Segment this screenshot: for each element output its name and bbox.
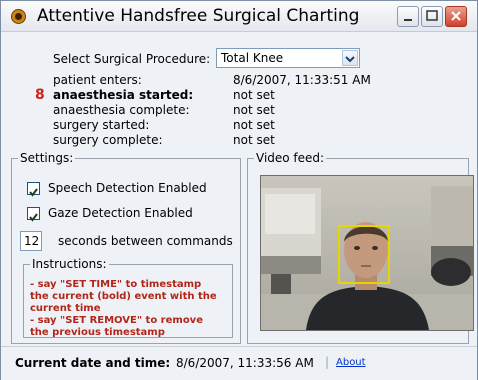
instructions-title: Instructions: [30,257,109,271]
procedure-select[interactable]: Total Knee [216,48,360,68]
video-feed-title: Video feed: [254,151,327,165]
instruction-line: - say "SET REMOVE" to remove [30,315,203,326]
window-title: Attentive Handsfree Surgical Charting [37,6,360,26]
gaze-detection-checkbox[interactable] [27,207,40,222]
event-value-anaesthesia-started: not set [233,88,275,102]
minimize-button[interactable] [397,6,419,27]
procedure-selected-value: Total Knee [221,51,284,65]
status-label: Current date and time: [15,356,171,370]
title-bar[interactable]: Attentive Handsfree Surgical Charting [1,1,477,32]
event-value-surgery-started: not set [233,118,275,132]
chevron-down-icon [345,56,355,63]
speech-detection-checkbox[interactable] [27,182,40,197]
speech-detection-label[interactable]: Speech Detection Enabled [48,181,207,195]
event-label-patient-enters: patient enters: [53,73,142,87]
app-icon [11,9,26,24]
instruction-line: current time [30,303,101,314]
event-label-anaesthesia-complete: anaesthesia complete: [53,103,190,117]
close-button[interactable] [445,6,467,27]
checkmark-icon [29,213,38,222]
instruction-line: - say "SET TIME" to timestamp [30,279,202,290]
event-value-anaesthesia-complete: not set [233,103,275,117]
event-value-surgery-complete: not set [233,133,275,147]
procedure-label: Select Surgical Procedure: [53,52,211,66]
seconds-between-commands-label: seconds between commands [58,234,233,248]
checkmark-icon [29,188,38,197]
instructions-group: Instructions: - say "SET TIME" to timest… [23,257,233,339]
maximize-button[interactable] [421,6,443,27]
dropdown-arrow-button[interactable] [342,50,358,66]
video-feed-image [260,175,474,331]
current-datetime: 8/6/2007, 11:33:56 AM [176,356,314,370]
instruction-line: the current (bold) event with the [30,291,217,302]
minimize-icon [404,19,412,21]
settings-title: Settings: [18,151,76,165]
seconds-between-commands-input[interactable]: 12 [20,231,42,251]
instruction-line: the previous timestamp [30,327,165,338]
instructions-text: - say "SET TIME" to timestamp the curren… [30,279,230,339]
video-feed-group: Video feed: [247,151,474,344]
about-link[interactable]: About [336,357,366,368]
settings-group: Settings: Speech Detection Enabled Gaze … [11,151,241,344]
event-label-surgery-complete: surgery complete: [53,133,163,147]
event-value-patient-enters: 8/6/2007, 11:33:51 AM [233,73,371,87]
gaze-detection-label[interactable]: Gaze Detection Enabled [48,206,193,220]
event-label-anaesthesia-started: anaesthesia started: [53,88,194,102]
event-label-surgery-started: surgery started: [53,118,150,132]
webcam-frame [261,176,473,330]
app-window: Attentive Handsfree Surgical Charting Se… [0,0,478,380]
current-event-marker: 8 [35,87,45,103]
client-area: Select Surgical Procedure: Total Knee pa… [1,32,477,380]
status-bar: Current date and time: 8/6/2007, 11:33:5… [1,346,477,380]
close-icon [451,11,461,21]
maximize-icon [426,10,438,21]
status-separator: | [325,355,330,369]
